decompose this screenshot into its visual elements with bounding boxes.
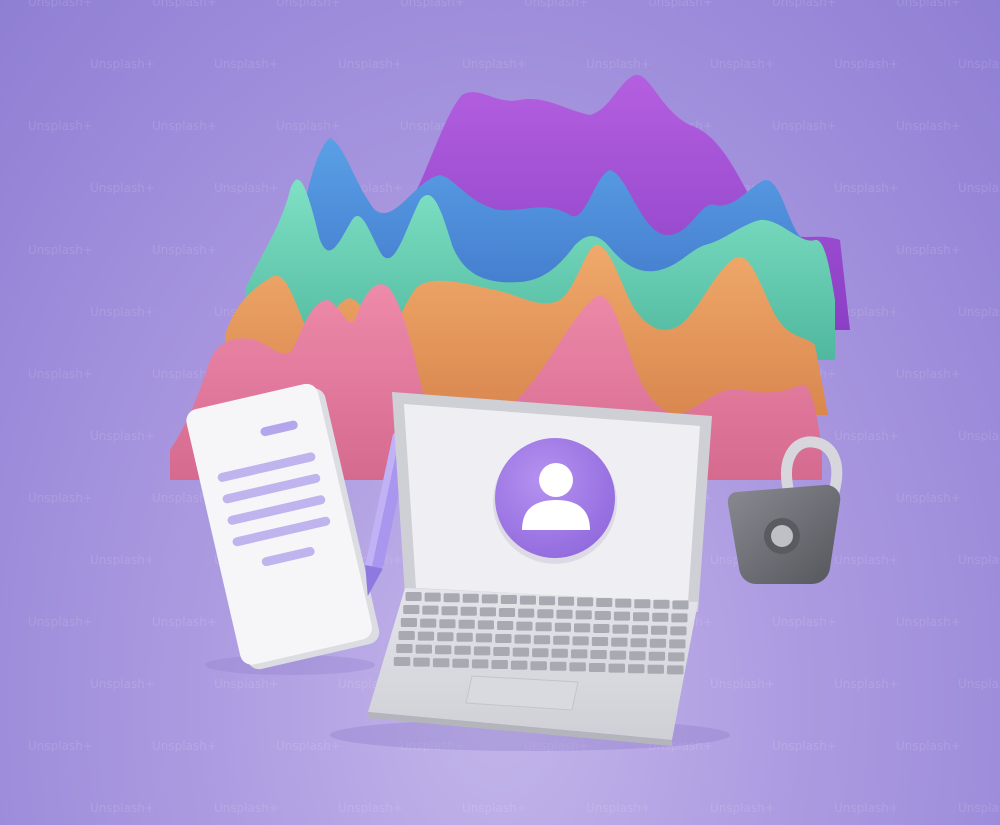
- keyboard-key: [629, 651, 646, 661]
- keyboard-key: [514, 634, 531, 644]
- keyboard-key: [631, 625, 648, 635]
- keyboard-key: [471, 659, 489, 669]
- keyboard-key: [611, 637, 628, 647]
- keyboard-key: [574, 623, 591, 633]
- keyboard-key: [672, 600, 689, 610]
- keyboard-key: [454, 645, 471, 655]
- keyboard-key: [473, 646, 491, 656]
- keyboard-key: [608, 663, 625, 673]
- keyboard-key: [532, 648, 549, 658]
- keyboard-key: [533, 635, 551, 645]
- keyboard-key: [613, 611, 631, 621]
- keyboard-key: [437, 632, 454, 642]
- keyboard-key: [516, 621, 533, 631]
- keyboard-key: [539, 596, 556, 606]
- keyboard-key: [497, 621, 514, 630]
- keyboard-key: [477, 620, 494, 630]
- keyboard-key: [612, 624, 629, 634]
- keyboard-key: [668, 652, 685, 662]
- keyboard-key: [577, 597, 594, 607]
- keyboard-key: [512, 647, 530, 657]
- keyboard-key: [670, 626, 687, 636]
- keyboard-key: [462, 593, 479, 603]
- keyboard-key: [493, 647, 510, 656]
- keyboard-key: [403, 605, 420, 614]
- keyboard-key: [590, 650, 607, 659]
- keyboard-key: [393, 657, 411, 666]
- scene-graphic: [170, 74, 850, 751]
- keyboard-key: [554, 622, 571, 632]
- keyboard-key: [615, 598, 632, 608]
- keyboard-key: [396, 644, 413, 653]
- keyboard-key: [588, 663, 606, 672]
- keyboard-key: [535, 622, 552, 632]
- keyboard-key: [652, 612, 669, 622]
- keyboard-key: [558, 596, 575, 606]
- keyboard-key: [498, 608, 516, 617]
- keyboard-key: [456, 632, 473, 642]
- keyboard-key: [458, 619, 475, 629]
- keyboard-key: [549, 661, 567, 671]
- keyboard-key: [569, 662, 586, 672]
- keyboard-key: [556, 609, 573, 619]
- avatar-user-icon: [493, 438, 617, 564]
- keyboard-key: [424, 592, 441, 602]
- keyboard-key: [435, 645, 452, 655]
- keyboard-key: [439, 619, 456, 629]
- keyboard-key: [591, 637, 609, 646]
- keyboard-key: [519, 595, 536, 605]
- keyboard-key: [441, 606, 458, 616]
- keyboard-key: [537, 609, 554, 619]
- keyboard-key: [500, 595, 517, 604]
- keyboard-key: [398, 631, 415, 640]
- keyboard-key: [630, 638, 647, 648]
- keyboard-key: [575, 610, 592, 620]
- keyboard-key: [417, 631, 435, 641]
- keyboard-key: [405, 592, 422, 601]
- keyboard-key: [422, 605, 439, 615]
- keyboard-key: [491, 660, 508, 669]
- keyboard-key: [413, 657, 430, 667]
- keyboard-key: [628, 664, 645, 674]
- keyboard-key: [594, 611, 611, 620]
- keyboard-key: [553, 635, 570, 645]
- keyboard-key: [551, 648, 568, 658]
- keyboard-key: [460, 606, 477, 616]
- keyboard-key: [415, 644, 432, 654]
- keyboard-key: [671, 613, 688, 623]
- keyboard-key: [669, 639, 686, 649]
- keyboard-key: [572, 636, 589, 646]
- keyboard-key: [634, 599, 651, 609]
- keyboard-key: [510, 660, 528, 670]
- keyboard-key: [609, 650, 627, 660]
- keyboard-key: [653, 599, 670, 609]
- keyboard-key: [596, 598, 613, 607]
- keyboard-key: [481, 594, 498, 604]
- keyboard-key: [648, 651, 666, 661]
- keyboard-key: [495, 634, 512, 643]
- keyboard-key: [649, 638, 667, 648]
- keyboard-key: [651, 625, 668, 635]
- illustration-scene: Unsplash+ Unsplash+ Unsplash+ Unsplash+ Unsp…: [0, 0, 1000, 825]
- keyboard-key: [479, 607, 496, 617]
- keyboard-key: [530, 661, 547, 671]
- keyboard-key: [475, 633, 493, 643]
- keyboard-key: [633, 612, 650, 622]
- keyboard-key: [400, 618, 417, 627]
- keyboard-key: [593, 624, 610, 633]
- keyboard-key: [518, 608, 535, 618]
- keyboard-key: [647, 664, 664, 674]
- keyboard-key: [452, 658, 469, 668]
- keyboard-key: [420, 618, 437, 628]
- keyboard-key: [432, 658, 450, 668]
- keyboard-key: [443, 593, 460, 603]
- keyboard-key: [667, 665, 684, 675]
- keyboard-key: [571, 649, 588, 659]
